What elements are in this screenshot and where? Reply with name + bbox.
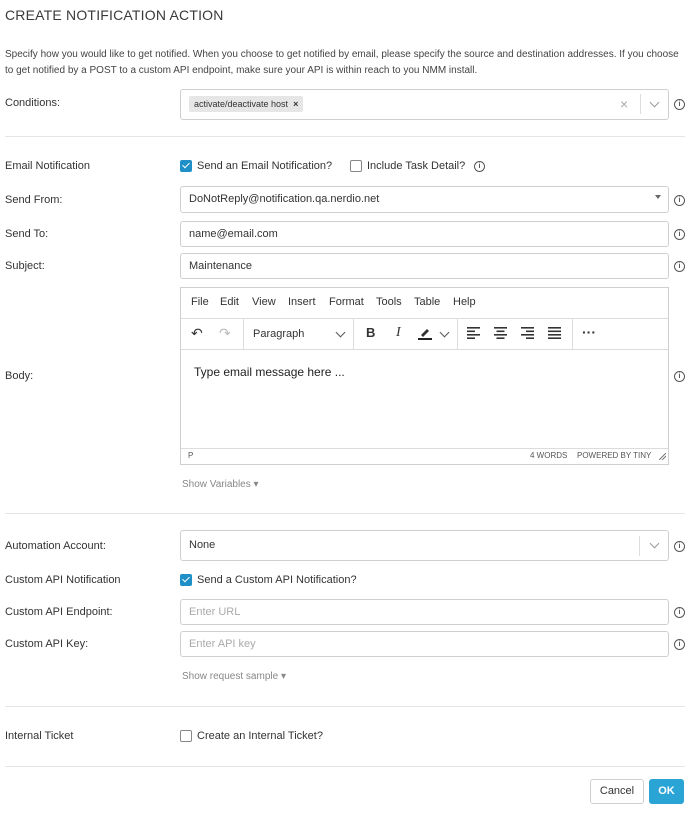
send-custom-api-checkbox-label: Send a Custom API Notification? — [197, 574, 357, 586]
italic-icon[interactable]: I — [396, 325, 401, 341]
body-info-icon[interactable]: i — [674, 371, 685, 382]
ok-button[interactable]: OK — [649, 779, 684, 804]
section-divider — [5, 136, 685, 137]
custom-api-key-info-icon[interactable]: i — [674, 639, 685, 650]
section-divider — [5, 513, 685, 514]
editor-menu-insert[interactable]: Insert — [288, 296, 316, 308]
send-from-dropdown-arrow-icon[interactable] — [655, 195, 661, 199]
block-format-select[interactable]: Paragraph — [253, 328, 304, 340]
task-detail-info-icon[interactable]: i — [474, 161, 485, 172]
show-variables-link[interactable]: Show Variables ▾ — [182, 479, 259, 490]
toolbar-separator — [572, 318, 573, 349]
conditions-info-icon[interactable]: i — [674, 99, 685, 110]
send-from-label: Send From: — [5, 194, 63, 206]
automation-account-label: Automation Account: — [5, 540, 106, 552]
internal-ticket-label: Internal Ticket — [5, 730, 74, 742]
send-custom-api-checkbox[interactable] — [180, 574, 192, 586]
send-email-checkbox[interactable] — [180, 160, 192, 172]
powered-by-tiny[interactable]: POWERED BY TINY — [577, 451, 651, 460]
create-internal-ticket-label: Create an Internal Ticket? — [197, 730, 323, 742]
editor-menu-help[interactable]: Help — [453, 296, 476, 308]
email-notification-label: Email Notification — [5, 160, 90, 172]
custom-api-endpoint-info-icon[interactable]: i — [674, 607, 685, 618]
block-format-chevron-icon[interactable] — [335, 327, 346, 338]
conditions-label: Conditions: — [5, 97, 61, 109]
highlight-color-icon[interactable] — [417, 326, 433, 340]
subject-info-icon[interactable]: i — [674, 261, 685, 272]
highlight-color-chevron-icon[interactable] — [439, 327, 450, 338]
send-to-input[interactable]: name@email.com — [180, 221, 669, 247]
custom-api-notification-label: Custom API Notification — [5, 574, 121, 586]
footer-divider — [5, 766, 685, 767]
include-task-detail-label: Include Task Detail? — [367, 160, 466, 172]
body-label: Body: — [5, 370, 34, 382]
bold-icon[interactable]: B — [366, 325, 375, 340]
toolbar-separator — [353, 318, 354, 349]
automation-account-select[interactable]: None — [180, 530, 669, 561]
automation-separator — [639, 536, 640, 556]
editor-content[interactable]: Type email message here ... — [194, 365, 345, 379]
align-justify-icon[interactable] — [548, 327, 561, 342]
editor-menu-table[interactable]: Table — [414, 296, 440, 308]
undo-icon[interactable]: ↶ — [191, 325, 203, 342]
align-left-icon[interactable] — [467, 327, 480, 342]
section-divider — [5, 706, 685, 707]
subject-label: Subject: — [5, 260, 45, 272]
custom-api-key-label: Custom API Key: — [5, 638, 89, 650]
resize-handle-icon[interactable] — [658, 452, 667, 461]
editor-statusbar: P 4 WORDS POWERED BY TINY — [181, 448, 668, 464]
send-from-select[interactable]: DoNotReply@notification.qa.nerdio.net — [180, 186, 669, 213]
dialog-title: CREATE NOTIFICATION ACTION — [5, 7, 224, 23]
align-right-icon[interactable] — [521, 327, 534, 342]
show-request-sample-link[interactable]: Show request sample ▾ — [182, 671, 286, 682]
editor-toolbar: ↶ ↷ Paragraph B I ··· — [181, 318, 668, 350]
send-email-checkbox-label: Send an Email Notification? — [197, 160, 333, 172]
condition-tag: activate/deactivate host × — [189, 96, 304, 112]
editor-menubar: File Edit View Insert Format Tools Table… — [181, 288, 668, 319]
dialog-description: Specify how you would like to get notifi… — [5, 49, 679, 76]
align-center-icon[interactable] — [494, 327, 507, 342]
editor-menu-format[interactable]: Format — [329, 296, 364, 308]
toolbar-separator — [457, 318, 458, 349]
include-task-detail-checkbox[interactable] — [350, 160, 362, 172]
clear-conditions-icon[interactable]: × — [620, 96, 628, 112]
condition-tag-label: activate/deactivate host — [194, 99, 289, 109]
editor-menu-edit[interactable]: Edit — [220, 296, 239, 308]
condition-tag-remove-icon[interactable]: × — [293, 99, 298, 109]
subject-input[interactable]: Maintenance — [180, 253, 669, 279]
create-internal-ticket-checkbox[interactable] — [180, 730, 192, 742]
word-count: 4 WORDS — [530, 451, 568, 460]
redo-icon[interactable]: ↷ — [219, 325, 231, 342]
element-path[interactable]: P — [188, 451, 193, 460]
more-options-icon[interactable]: ··· — [582, 324, 596, 340]
conditions-separator — [640, 94, 641, 114]
editor-menu-file[interactable]: File — [191, 296, 209, 308]
body-rich-text-editor[interactable]: File Edit View Insert Format Tools Table… — [180, 287, 669, 465]
custom-api-endpoint-input[interactable]: Enter URL — [180, 599, 669, 625]
cancel-button[interactable]: Cancel — [590, 779, 644, 804]
send-to-info-icon[interactable]: i — [674, 229, 685, 240]
send-from-info-icon[interactable]: i — [674, 195, 685, 206]
send-to-label: Send To: — [5, 228, 49, 240]
custom-api-key-input[interactable]: Enter API key — [180, 631, 669, 657]
automation-account-info-icon[interactable]: i — [674, 541, 685, 552]
custom-api-endpoint-label: Custom API Endpoint: — [5, 606, 113, 618]
editor-menu-tools[interactable]: Tools — [376, 296, 402, 308]
toolbar-separator — [243, 318, 244, 349]
editor-menu-view[interactable]: View — [252, 296, 276, 308]
